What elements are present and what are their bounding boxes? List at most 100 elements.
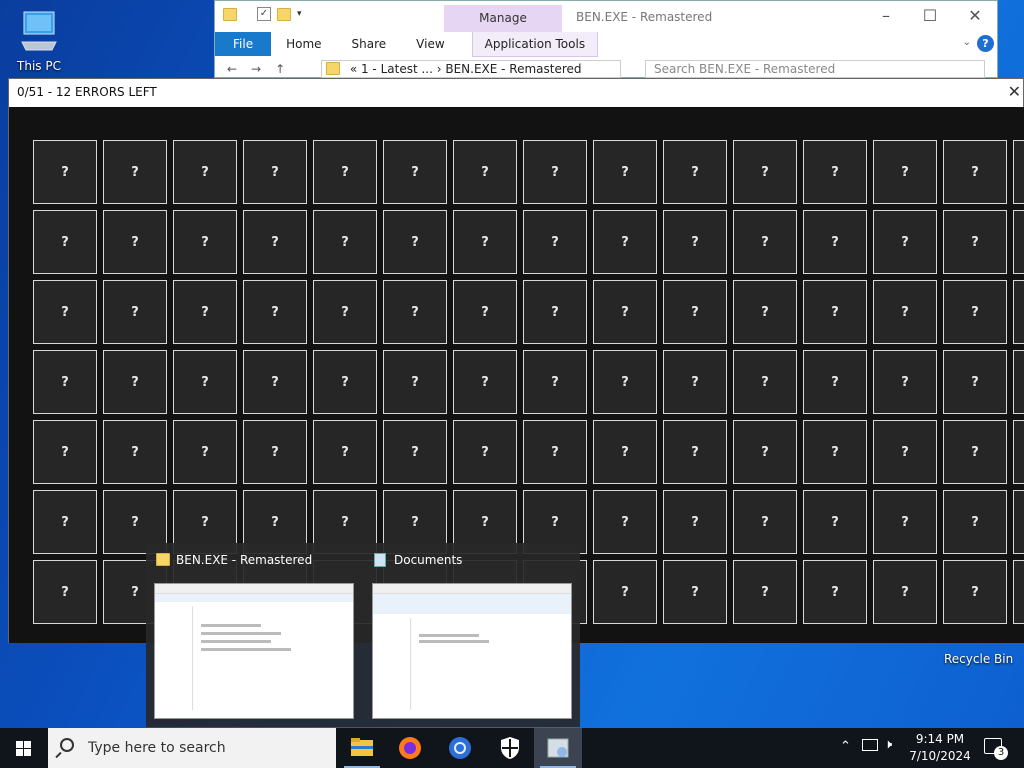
tile-cell[interactable]: ?: [733, 210, 797, 274]
tile-cell[interactable]: ?: [873, 350, 937, 414]
tile-cell[interactable]: ?: [1013, 560, 1024, 624]
tile-cell[interactable]: ?: [943, 140, 1007, 204]
tile-cell[interactable]: ?: [173, 280, 237, 344]
tile-cell[interactable]: ?: [873, 560, 937, 624]
help-icon[interactable]: ?: [977, 35, 994, 52]
tile-cell[interactable]: ?: [593, 350, 657, 414]
show-hidden-icons[interactable]: ⌃: [840, 739, 851, 754]
tile-cell[interactable]: ?: [383, 140, 447, 204]
tile-cell[interactable]: ?: [663, 140, 727, 204]
navigation-arrows-icon[interactable]: ←→↑: [227, 62, 299, 76]
tile-cell[interactable]: ?: [103, 210, 167, 274]
tile-cell[interactable]: ?: [593, 210, 657, 274]
tile-cell[interactable]: ?: [733, 420, 797, 484]
tile-cell[interactable]: ?: [173, 420, 237, 484]
tile-cell[interactable]: ?: [733, 490, 797, 554]
tile-cell[interactable]: ?: [593, 140, 657, 204]
tile-cell[interactable]: ?: [453, 210, 517, 274]
address-bar[interactable]: « 1 - Latest ... › BEN.EXE - Remastered: [321, 60, 621, 78]
tile-cell[interactable]: ?: [523, 420, 587, 484]
taskbar-firefox[interactable]: [386, 728, 434, 768]
tile-cell[interactable]: ?: [33, 350, 97, 414]
tile-cell[interactable]: ?: [243, 210, 307, 274]
tile-cell[interactable]: ?: [943, 280, 1007, 344]
tile-cell[interactable]: ?: [943, 210, 1007, 274]
tile-cell[interactable]: ?: [873, 140, 937, 204]
volume-muted-icon[interactable]: 🕨: [884, 737, 892, 752]
tile-cell[interactable]: ?: [803, 420, 867, 484]
taskbar-file-explorer[interactable]: [338, 728, 386, 768]
network-icon[interactable]: [862, 739, 878, 751]
tile-cell[interactable]: ?: [313, 280, 377, 344]
explorer-search-input[interactable]: Search BEN.EXE - Remastered: [645, 60, 985, 78]
close-button[interactable]: ✕: [960, 6, 990, 25]
tile-cell[interactable]: ?: [33, 490, 97, 554]
tile-cell[interactable]: ?: [453, 140, 517, 204]
tile-cell[interactable]: ?: [103, 350, 167, 414]
tile-cell[interactable]: ?: [593, 560, 657, 624]
expand-ribbon-icon[interactable]: ⌄: [963, 37, 971, 48]
tile-cell[interactable]: ?: [733, 140, 797, 204]
tile-cell[interactable]: ?: [33, 210, 97, 274]
tile-cell[interactable]: ?: [1013, 490, 1024, 554]
action-center-icon[interactable]: 3: [984, 738, 1008, 760]
tile-cell[interactable]: ?: [383, 420, 447, 484]
new-folder-icon[interactable]: [277, 7, 291, 21]
folder-icon[interactable]: [223, 7, 237, 21]
tile-cell[interactable]: ?: [733, 350, 797, 414]
tile-cell[interactable]: ?: [103, 420, 167, 484]
tile-cell[interactable]: ?: [803, 140, 867, 204]
tile-cell[interactable]: ?: [593, 490, 657, 554]
taskbar-security[interactable]: [486, 728, 534, 768]
tile-cell[interactable]: ?: [803, 490, 867, 554]
tile-cell[interactable]: ?: [943, 350, 1007, 414]
taskbar-ben-exe[interactable]: [534, 728, 582, 768]
tile-cell[interactable]: ?: [1013, 280, 1024, 344]
explorer-titlebar[interactable]: ✓ ▾ Manage BEN.EXE - Remastered – ☐ ✕: [215, 1, 997, 32]
tile-cell[interactable]: ?: [383, 210, 447, 274]
tile-cell[interactable]: ?: [383, 280, 447, 344]
tile-cell[interactable]: ?: [803, 350, 867, 414]
tile-cell[interactable]: ?: [453, 420, 517, 484]
tab-file[interactable]: File: [215, 32, 272, 56]
tile-cell[interactable]: ?: [523, 210, 587, 274]
tile-cell[interactable]: ?: [733, 560, 797, 624]
tile-cell[interactable]: ?: [33, 140, 97, 204]
tile-cell[interactable]: ?: [873, 210, 937, 274]
tile-cell[interactable]: ?: [1013, 350, 1024, 414]
tile-cell[interactable]: ?: [593, 280, 657, 344]
game-titlebar[interactable]: 0/51 - 12 ERRORS LEFT ✕: [9, 79, 1023, 107]
tile-cell[interactable]: ?: [33, 420, 97, 484]
tile-cell[interactable]: ?: [523, 140, 587, 204]
properties-icon[interactable]: ✓: [257, 7, 271, 21]
tile-cell[interactable]: ?: [943, 420, 1007, 484]
tile-cell[interactable]: ?: [313, 350, 377, 414]
tile-cell[interactable]: ?: [103, 140, 167, 204]
this-pc-desktop-icon[interactable]: This PC: [4, 10, 74, 73]
tile-cell[interactable]: ?: [173, 140, 237, 204]
tile-cell[interactable]: ?: [803, 280, 867, 344]
manage-context-tab[interactable]: Manage: [444, 5, 562, 32]
tile-cell[interactable]: ?: [173, 210, 237, 274]
tile-cell[interactable]: ?: [733, 280, 797, 344]
tile-cell[interactable]: ?: [943, 490, 1007, 554]
tile-cell[interactable]: ?: [873, 420, 937, 484]
file-explorer-window[interactable]: ✓ ▾ Manage BEN.EXE - Remastered – ☐ ✕ Fi…: [214, 0, 998, 78]
close-icon[interactable]: ✕: [1008, 79, 1021, 105]
tile-cell[interactable]: ?: [383, 350, 447, 414]
tile-cell[interactable]: ?: [523, 350, 587, 414]
clock[interactable]: 9:14 PM 7/10/2024: [904, 731, 976, 765]
tile-cell[interactable]: ?: [243, 350, 307, 414]
tile-cell[interactable]: ?: [173, 350, 237, 414]
tile-cell[interactable]: ?: [873, 490, 937, 554]
tile-cell[interactable]: ?: [1013, 420, 1024, 484]
tile-cell[interactable]: ?: [663, 210, 727, 274]
tile-cell[interactable]: ?: [663, 280, 727, 344]
tile-cell[interactable]: ?: [313, 210, 377, 274]
preview-ben-exe[interactable]: BEN.EXE - Remastered: [146, 543, 356, 727]
tile-cell[interactable]: ?: [33, 280, 97, 344]
tile-cell[interactable]: ?: [313, 420, 377, 484]
tile-cell[interactable]: ?: [243, 420, 307, 484]
taskbar-chrome[interactable]: [436, 728, 484, 768]
start-button[interactable]: [0, 728, 48, 768]
